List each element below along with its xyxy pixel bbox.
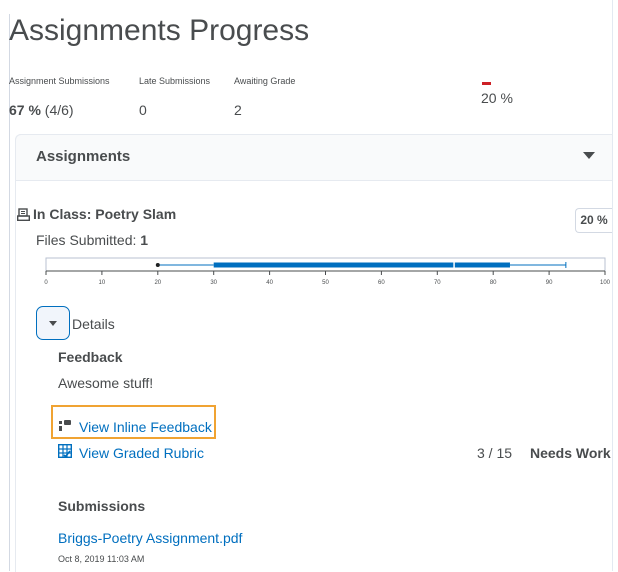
- inline-feedback-icon: [59, 420, 71, 431]
- stat-assignment-submissions: Assignment Submissions 67 % (4/6): [9, 76, 110, 118]
- grade-distribution-chart: 0 10 20 30 40 50 60 70 80 90 100: [44, 257, 610, 286]
- view-graded-rubric-link[interactable]: View Graded Rubric: [79, 445, 204, 461]
- stat-value: 0: [139, 102, 147, 118]
- files-submitted-count: 1: [140, 232, 149, 248]
- submission-file-link[interactable]: Briggs-Poetry Assignment.pdf: [58, 530, 242, 546]
- stat-label: Assignment Submissions: [9, 76, 110, 86]
- chart-tick-label: 60: [378, 280, 385, 286]
- feedback-heading: Feedback: [58, 349, 123, 365]
- rubric-level: Needs Work: [530, 445, 611, 461]
- page-title: Assignments Progress: [9, 14, 310, 47]
- chart-tick-label: 40: [266, 280, 273, 286]
- stat-value-count: (4/6): [40, 102, 74, 118]
- alert-indicator: [482, 82, 491, 85]
- stat-value: 2: [234, 102, 242, 118]
- files-submitted: Files Submitted: 1: [36, 232, 148, 248]
- assignment-title: In Class: Poetry Slam: [33, 206, 177, 222]
- chart-tick-label: 30: [210, 280, 217, 286]
- details-toggle-button[interactable]: [36, 306, 70, 340]
- details-label[interactable]: Details: [72, 316, 115, 332]
- view-inline-feedback-link[interactable]: View Inline Feedback: [79, 419, 212, 435]
- rubric-icon: [58, 444, 72, 458]
- chart-tick-label: 50: [322, 280, 329, 286]
- chart-tick-label: 90: [546, 280, 553, 286]
- chart-student-marker: [155, 263, 160, 267]
- feedback-text: Awesome stuff!: [58, 375, 154, 391]
- chart-tick-label: 80: [490, 280, 497, 286]
- chart-tick-label: 100: [600, 280, 610, 286]
- dropbox-icon: [17, 208, 30, 221]
- chart-tick-label: 0: [44, 280, 48, 286]
- assignment-grade-badge: 20 %: [575, 208, 612, 233]
- chart-box: [213, 262, 510, 268]
- caret-down-icon[interactable]: [583, 152, 595, 159]
- files-submitted-label: Files Submitted:: [36, 232, 141, 248]
- stat-label: Late Submissions: [139, 76, 211, 86]
- submission-date: Oct 8, 2019 11:03 AM: [58, 554, 145, 564]
- chevron-down-icon: [49, 321, 57, 326]
- assignments-panel-title: Assignments: [36, 148, 131, 165]
- chart-tick-label: 10: [99, 280, 106, 286]
- overall-grade-percent: 20 %: [481, 90, 513, 106]
- stat-late-submissions: Late Submissions 0: [139, 76, 210, 118]
- chart-tick-label: 20: [154, 280, 161, 286]
- stat-value: 67 % (4/6): [9, 102, 110, 118]
- rubric-score: 3 / 15: [477, 445, 513, 461]
- stat-value-percent: 67 %: [9, 102, 41, 118]
- stat-label: Awaiting Grade: [234, 76, 296, 86]
- submissions-heading: Submissions: [58, 498, 146, 514]
- stat-awaiting-grade: Awaiting Grade 2: [234, 76, 295, 118]
- chart-tick-label: 70: [434, 280, 441, 286]
